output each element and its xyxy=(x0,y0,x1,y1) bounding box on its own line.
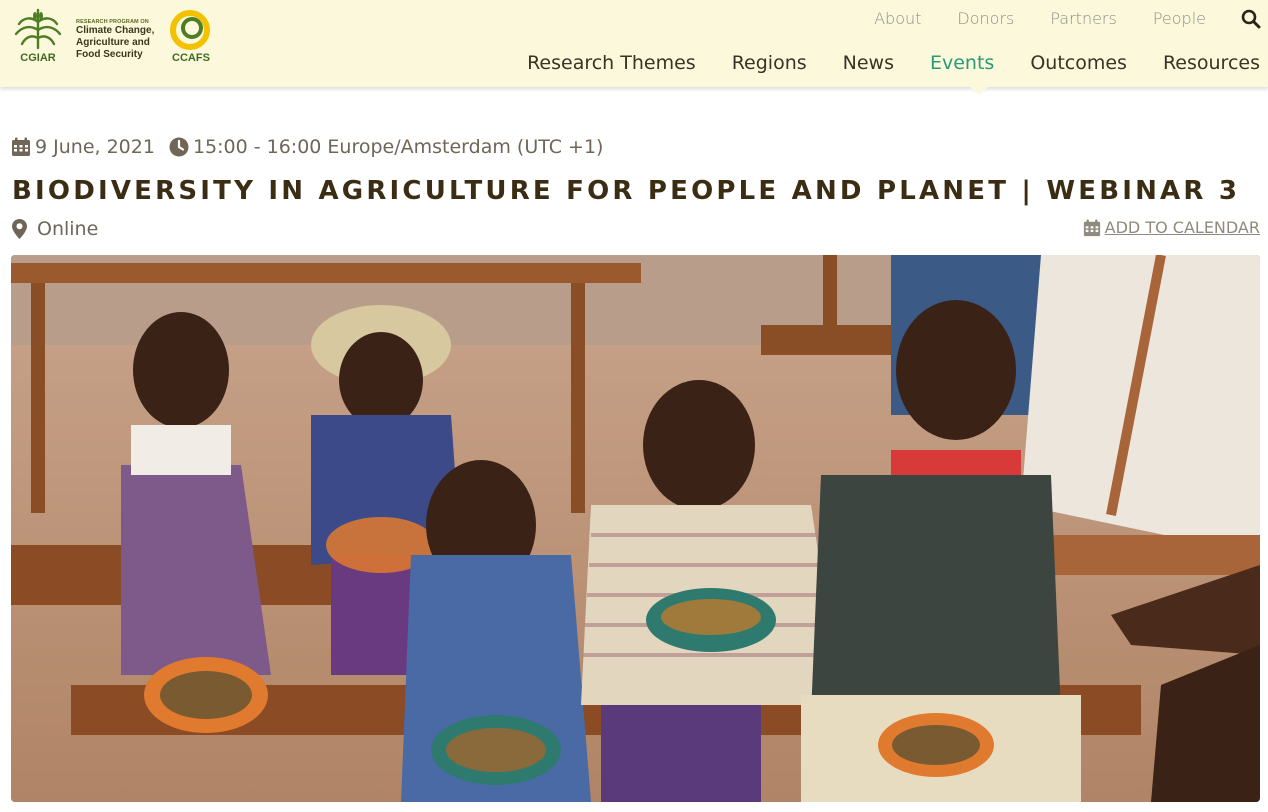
main-nav: Research Themes Regions News Events Outc… xyxy=(491,52,1260,74)
program-line-3: Food Security xyxy=(76,49,143,60)
nav-resources[interactable]: Resources xyxy=(1163,52,1260,74)
map-marker-icon xyxy=(12,219,27,239)
nav-research-themes[interactable]: Research Themes xyxy=(527,52,696,74)
nav-donors[interactable]: Donors xyxy=(957,9,1014,28)
event-location-label: Online xyxy=(37,218,99,240)
active-nav-caret xyxy=(969,86,989,95)
program-name: RESEARCH PROGRAM ON Climate Change, Agri… xyxy=(76,19,154,61)
children-eating-photo xyxy=(11,255,1260,802)
program-line-2: Agriculture and xyxy=(76,37,150,48)
search-icon[interactable] xyxy=(1240,8,1262,30)
ccafs-logo[interactable]: CCAFS xyxy=(169,10,213,70)
add-to-calendar-label: ADD TO CALENDAR xyxy=(1104,218,1260,237)
ccafs-swirl-icon xyxy=(170,10,210,50)
utility-nav: About Donors Partners People xyxy=(838,9,1206,28)
nav-outcomes[interactable]: Outcomes xyxy=(1030,52,1127,74)
clock-icon xyxy=(169,137,189,157)
cgiar-logo[interactable]: CGIAR xyxy=(13,8,63,68)
nav-about[interactable]: About xyxy=(874,9,921,28)
cgiar-leaf-icon xyxy=(14,8,62,50)
calendar-icon xyxy=(12,137,30,156)
nav-regions[interactable]: Regions xyxy=(732,52,807,74)
event-location: Online xyxy=(12,218,98,240)
event-meta: 9 June, 2021 15:00 - 16:00 Europe/Amster… xyxy=(11,136,603,158)
event-date: 9 June, 2021 xyxy=(35,136,155,158)
ccafs-logo-text: CCAFS xyxy=(172,52,210,64)
program-line-1: Climate Change, xyxy=(76,25,155,36)
add-to-calendar-button[interactable]: ADD TO CALENDAR xyxy=(1083,218,1260,237)
nav-people[interactable]: People xyxy=(1153,9,1206,28)
event-title: BIODIVERSITY IN AGRICULTURE FOR PEOPLE A… xyxy=(12,176,1241,206)
nav-partners[interactable]: Partners xyxy=(1050,9,1116,28)
event-hero-image xyxy=(11,255,1260,802)
nav-news[interactable]: News xyxy=(843,52,894,74)
cgiar-logo-text: CGIAR xyxy=(20,52,56,64)
site-header: CGIAR RESEARCH PROGRAM ON Climate Change… xyxy=(0,0,1268,87)
nav-events[interactable]: Events xyxy=(930,52,994,74)
calendar-icon xyxy=(1083,218,1100,236)
event-time: 15:00 - 16:00 Europe/Amsterdam (UTC +1) xyxy=(192,136,604,158)
